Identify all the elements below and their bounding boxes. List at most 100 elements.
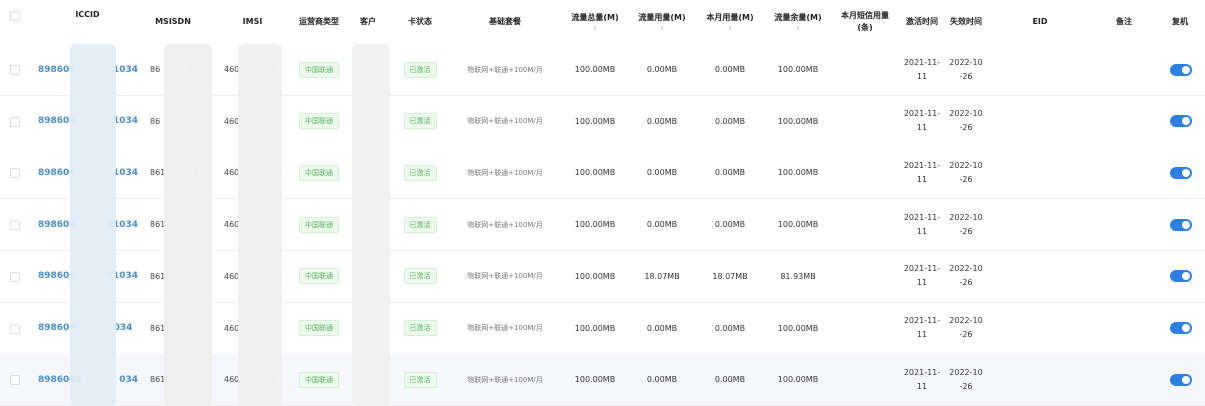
table-row[interactable]: 898606 1034 86 03 460 3 中国联通 已激活 物联网+联通+100… xyxy=(0,44,1205,96)
eid-cell xyxy=(1020,44,1060,95)
activation-date-line1: 2021-11- xyxy=(903,264,941,274)
row-checkbox[interactable] xyxy=(10,323,20,334)
used-traffic-cell: 0.00MB xyxy=(634,303,690,354)
iccid-link[interactable]: 898606 xyxy=(38,65,76,75)
iccid-cell[interactable]: 898606 01034 xyxy=(38,199,138,250)
used-traffic-value: 0.00MB xyxy=(646,168,678,178)
column-header-eid[interactable]: EID xyxy=(1020,0,1060,44)
remaining-traffic-cell: 100.00MB xyxy=(768,199,828,250)
iccid-link[interactable]: 898606 xyxy=(38,116,76,126)
restart-toggle[interactable] xyxy=(1170,63,1192,76)
iccid-cell[interactable]: 898606 1034 xyxy=(38,96,138,147)
msisdn-suffix: 3 xyxy=(188,116,194,126)
sms-month-cell xyxy=(838,251,892,302)
row-checkbox[interactable] xyxy=(10,65,20,75)
iccid-cell[interactable]: 898606 1034 xyxy=(38,147,138,198)
iccid-link[interactable]: 898606 xyxy=(38,323,76,333)
remaining-traffic-value: 100.00MB xyxy=(777,116,819,126)
table-row[interactable]: 8986062 034 8610 460 3 中国联通 已激活 物联网+联通+100… xyxy=(0,354,1205,406)
sort-icon[interactable]: ⇕ xyxy=(592,26,597,32)
restart-toggle[interactable] xyxy=(1170,115,1192,128)
iccid-cell[interactable]: 898606 1034 xyxy=(38,44,138,95)
row-checkbox[interactable] xyxy=(10,271,20,282)
column-header-base-package[interactable]: 基础套餐 xyxy=(470,0,540,44)
iccid-link-tail[interactable]: 1034 xyxy=(113,168,138,178)
table-row[interactable]: 898606 1034 861 3 460 中国联通 已激活 物联网+联通+100M… xyxy=(0,147,1205,200)
expiry-time-cell: 2022-10 -26 xyxy=(946,199,986,250)
imsi-prefix: 460 xyxy=(224,168,240,178)
column-header-remaining-traffic[interactable]: 流量余量(M) ⇕ xyxy=(768,0,828,44)
column-header-customer[interactable]: 客户 xyxy=(352,0,384,44)
table-row[interactable]: 898606 01034 8610 460 中国联通 已激活 物联网+联通+100… xyxy=(0,250,1205,303)
activation-date-line1: 2021-11- xyxy=(903,367,941,377)
select-all-checkbox[interactable] xyxy=(10,11,20,21)
restart-toggle[interactable] xyxy=(1170,218,1192,231)
remark-cell xyxy=(1108,44,1140,95)
activation-time-cell: 2021-11- 11 xyxy=(902,147,942,198)
iccid-link[interactable]: 898606 xyxy=(38,220,76,230)
iccid-link[interactable]: 898606 xyxy=(38,168,76,178)
operator-tag: 中国联通 xyxy=(299,216,339,233)
activation-date-line2: 11 xyxy=(916,381,928,391)
row-checkbox[interactable] xyxy=(10,116,20,127)
remaining-traffic-value: 81.93MB xyxy=(780,271,816,281)
operator-tag: 中国联通 xyxy=(299,268,339,285)
iccid-cell[interactable]: 8986062 034 xyxy=(38,354,138,405)
expiry-time-cell: 2022-10 -26 xyxy=(946,303,986,354)
month-usage-cell: 18.07MB xyxy=(702,251,758,302)
month-usage-value: 18.07MB xyxy=(712,271,748,281)
iccid-link-tail[interactable]: 01034 xyxy=(107,271,138,281)
sort-icon[interactable]: ⇕ xyxy=(659,26,664,32)
iccid-cell[interactable]: 898606 034 xyxy=(38,303,138,354)
iccid-link-tail[interactable]: 1034 xyxy=(113,65,138,75)
restart-toggle[interactable] xyxy=(1170,270,1192,283)
package-text: 物联网+联通+100M/月 xyxy=(467,272,543,281)
customer-cell xyxy=(352,147,384,198)
remaining-traffic-cell: 100.00MB xyxy=(768,96,828,147)
column-header-activation-time[interactable]: 激活时间 xyxy=(902,0,942,44)
toggle-knob xyxy=(1182,117,1190,126)
column-header-label: EID xyxy=(1032,17,1048,26)
table-row[interactable]: 898606 01034 861 4600 中国联通 已激活 物联网+联通+100… xyxy=(0,199,1205,252)
activation-date-line2: 11 xyxy=(916,330,928,339)
imsi-cell: 460 xyxy=(224,251,288,302)
row-checkbox[interactable] xyxy=(10,375,20,386)
column-header-used-traffic[interactable]: 流量用量(M) ⇕ xyxy=(634,0,690,44)
table-row[interactable]: 898606 034 8610 460 中国联通 已激活 物联网+联通+100M/… xyxy=(0,302,1205,355)
iccid-link-tail[interactable]: 1034 xyxy=(113,116,138,126)
used-traffic-cell: 0.00MB xyxy=(634,96,690,147)
column-header-card-status[interactable]: 卡状态 xyxy=(400,0,440,44)
column-header-label: 失效时间 xyxy=(950,17,982,26)
column-header-expiry-time[interactable]: 失效时间 xyxy=(946,0,986,44)
sort-icon[interactable]: ⇕ xyxy=(727,26,732,32)
restart-toggle[interactable] xyxy=(1170,373,1192,386)
imsi-cell: 4600 xyxy=(224,199,288,250)
restart-cell xyxy=(1166,44,1196,95)
iccid-link-tail[interactable]: 034 xyxy=(114,323,133,333)
iccid-link-tail[interactable]: 01034 xyxy=(107,220,138,230)
iccid-link[interactable]: 8986062 xyxy=(38,375,82,385)
row-checkbox[interactable] xyxy=(10,220,20,231)
iccid-link-tail[interactable]: 034 xyxy=(119,375,138,385)
column-header-restart[interactable]: 复机 xyxy=(1164,0,1196,44)
sort-icon[interactable]: ⇕ xyxy=(795,26,800,32)
column-header-total-traffic[interactable]: 流量总量(M) ⇕ xyxy=(566,0,624,44)
remark-cell xyxy=(1108,303,1140,354)
column-header-imsi[interactable]: IMSI xyxy=(230,0,275,44)
row-checkbox[interactable] xyxy=(10,168,20,179)
restart-toggle[interactable] xyxy=(1170,166,1192,179)
column-header-label: 本月用量(M) xyxy=(706,13,754,22)
table-row[interactable]: 898606 1034 86 3 460 3 中国联通 已激活 物联网+联通+100M… xyxy=(0,95,1205,148)
restart-toggle[interactable] xyxy=(1170,322,1192,334)
column-header-remark[interactable]: 备注 xyxy=(1108,0,1140,44)
iccid-cell[interactable]: 898606 01034 xyxy=(38,251,138,302)
eid-cell xyxy=(1020,251,1060,302)
column-header-month-usage[interactable]: 本月用量(M) ⇕ xyxy=(702,0,758,44)
column-header-sms-month[interactable]: 本月短信用量 (条) xyxy=(838,0,892,44)
column-header-msisdn[interactable]: MSISDN xyxy=(148,0,198,44)
column-header-operator-type[interactable]: 运营商类型 xyxy=(294,0,344,44)
column-header-iccid[interactable]: ICCID xyxy=(40,0,135,44)
total-traffic-value: 100.00MB xyxy=(574,220,616,230)
status-badge: 已激活 xyxy=(403,320,437,336)
iccid-link[interactable]: 898606 xyxy=(38,271,76,281)
